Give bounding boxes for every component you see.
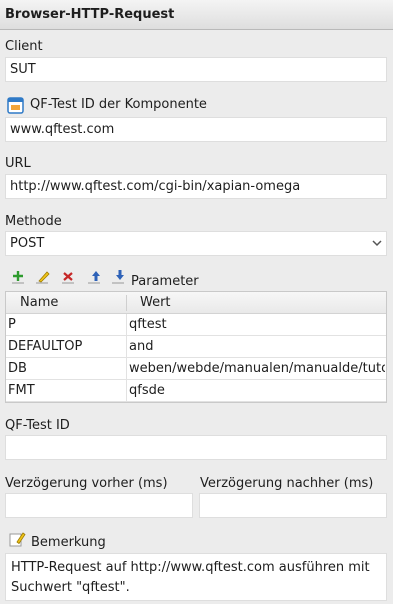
param-name: DEFAULTOP [8, 339, 83, 354]
column-divider [126, 295, 127, 311]
client-label: Client [5, 39, 43, 54]
param-value: qftest [129, 317, 167, 332]
param-name: P [8, 317, 16, 332]
comment-textarea[interactable]: HTTP-Request auf http://www.qftest.com a… [5, 553, 387, 601]
x-icon [62, 272, 74, 284]
parameter-label: Parameter [131, 274, 199, 289]
column-divider [126, 314, 127, 402]
edit-row-button[interactable] [32, 268, 52, 286]
pencil-icon [8, 530, 26, 548]
param-value: and [129, 339, 154, 354]
column-header-value[interactable]: Wert [140, 292, 171, 314]
method-value: POST [10, 236, 45, 251]
delete-row-button[interactable] [58, 268, 78, 286]
qftest-id-label: QF-Test ID [5, 418, 70, 433]
client-field[interactable]: SUT [5, 57, 387, 82]
param-name: DB [8, 361, 27, 376]
qftest-id-field[interactable] [5, 435, 387, 460]
node-title: Browser-HTTP-Request [0, 0, 393, 30]
arrow-down-icon [112, 270, 124, 284]
url-label: URL [5, 156, 31, 171]
column-header-name[interactable]: Name [20, 292, 58, 314]
add-row-button[interactable] [8, 268, 28, 286]
param-value: qfsde [129, 383, 165, 398]
table-row[interactable]: FMT qfsde [6, 380, 386, 402]
param-name: FMT [8, 383, 35, 398]
url-field[interactable]: http://www.qftest.com/cgi-bin/xapian-ome… [5, 174, 387, 199]
table-row[interactable]: P qftest [6, 314, 386, 336]
method-label: Methode [5, 214, 62, 229]
delay-before-field[interactable] [5, 493, 193, 518]
table-header: Name Wert [6, 292, 386, 314]
table-row[interactable]: DEFAULTOP and [6, 336, 386, 358]
comment-label: Bemerkung [31, 535, 106, 550]
delay-before-label: Verzögerung vorher (ms) [5, 476, 168, 491]
move-down-button[interactable] [108, 268, 128, 286]
component-id-field[interactable]: www.qftest.com [5, 117, 387, 142]
table-row[interactable]: DB weben/webde/manualen/manualde/tutori [6, 358, 386, 380]
move-up-button[interactable] [84, 268, 104, 286]
method-select[interactable]: POST [5, 231, 387, 256]
param-value: weben/webde/manualen/manualde/tutori [129, 361, 385, 376]
plus-icon [12, 271, 24, 284]
component-label: QF-Test ID der Komponente [30, 97, 207, 112]
parameter-table: Name Wert P qftest DEFAULTOP and DB webe… [5, 291, 387, 403]
chevron-down-icon[interactable] [368, 232, 386, 255]
pencil-icon [36, 271, 50, 284]
delay-after-label: Verzögerung nachher (ms) [200, 476, 374, 491]
arrow-up-icon [88, 271, 100, 284]
component-window-icon [7, 97, 24, 114]
delay-after-field[interactable] [199, 493, 387, 518]
